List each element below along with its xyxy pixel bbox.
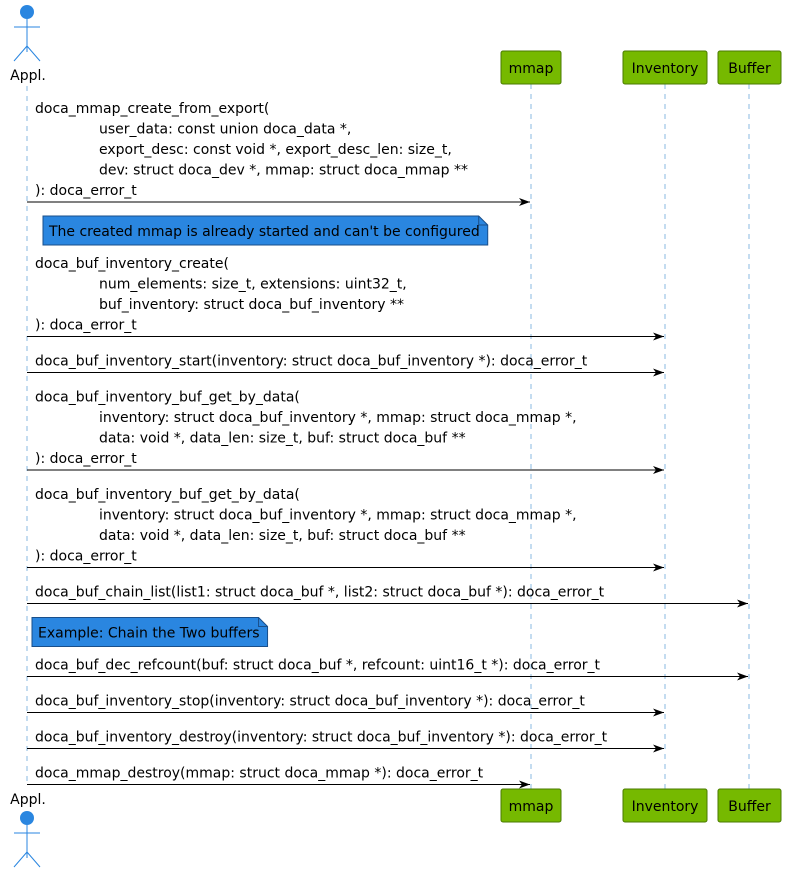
message-9: doca_buf_inventory_stop(inventory: struc… (27, 694, 664, 717)
message-2: doca_buf_inventory_create( num_elements: … (27, 256, 664, 341)
message-label-line: doca_buf_inventory_buf_get_by_data( (35, 390, 300, 406)
actor-leg-right (26, 45, 41, 62)
actor-leg-left (13, 45, 28, 62)
message-label-line: doca_buf_inventory_start(inventory: stru… (35, 354, 588, 370)
message-label-line: buf_inventory: struct doca_buf_inventory… (99, 297, 404, 313)
message-8: doca_buf_dec_refcount(buf: struct doca_b… (27, 658, 748, 681)
message-label-line: doca_mmap_destroy(mmap: struct doca_mmap… (35, 766, 484, 782)
participant-mmap-label-bottom: mmap (509, 799, 554, 815)
participant-inventory-label-bottom: Inventory (632, 799, 699, 815)
actor-label-top: Appl. (10, 68, 46, 84)
actor-head-icon (20, 5, 34, 19)
participant-buffer-label-top: Buffer (728, 61, 771, 77)
message-label-line: doca_buf_inventory_stop(inventory: struc… (35, 694, 585, 710)
message-label-line: inventory: struct doca_buf_inventory *, … (99, 508, 577, 524)
participant-buffer-label-bottom: Buffer (728, 799, 771, 815)
note-1: The created mmap is already started and … (42, 215, 489, 246)
message-label-line: ): doca_error_t (35, 549, 137, 565)
message-label-line: dev: struct doca_dev *, mmap: struct doc… (99, 163, 468, 179)
message-6: doca_buf_chain_list(list1: struct doca_b… (27, 585, 748, 608)
message-label-line: inventory: struct doca_buf_inventory *, … (99, 410, 577, 426)
message-label-line: ): doca_error_t (35, 318, 137, 334)
message-label-line: doca_buf_inventory_create( (35, 256, 229, 272)
sequence-diagram: Appl. Appl. mmap mmap Inventory Inventory Buff… (10, 5, 782, 868)
participant-inventory-label-top: Inventory (632, 61, 699, 77)
actor-leg-left (13, 851, 28, 868)
note-text: The created mmap is already started and … (48, 224, 480, 240)
actor-head-icon (20, 811, 34, 825)
note-text: Example: Chain the Two buffers (38, 626, 260, 642)
message-label-line: user_data: const union doca_data *, (99, 122, 351, 138)
message-label-line: doca_mmap_create_from_export( (35, 101, 269, 117)
message-label-line: doca_buf_chain_list(list1: struct doca_b… (35, 585, 605, 601)
message-label-line: data: void *, data_len: size_t, buf: str… (99, 431, 466, 447)
message-label-line: ): doca_error_t (35, 451, 137, 467)
message-label-line: ): doca_error_t (35, 183, 137, 199)
message-label-line: doca_buf_inventory_destroy(inventory: st… (35, 730, 608, 746)
message-0: doca_mmap_create_from_export( user_data: … (27, 101, 530, 206)
message-label-line: num_elements: size_t, extensions: uint32… (99, 277, 407, 293)
message-label-line: export_desc: const void *, export_desc_l… (99, 142, 452, 158)
participant-mmap-label-top: mmap (509, 61, 554, 77)
message-label-line: doca_buf_dec_refcount(buf: struct doca_b… (35, 658, 601, 674)
message-label-line: data: void *, data_len: size_t, buf: str… (99, 528, 466, 544)
actor-figure-bottom (13, 811, 41, 868)
message-10: doca_buf_inventory_destroy(inventory: st… (27, 730, 664, 753)
note-7: Example: Chain the Two buffers (31, 617, 269, 647)
message-label-line: doca_buf_inventory_buf_get_by_data( (35, 487, 300, 503)
actor-leg-right (26, 851, 41, 868)
message-3: doca_buf_inventory_start(inventory: stru… (27, 354, 664, 377)
message-5: doca_buf_inventory_buf_get_by_data(inven… (27, 487, 664, 572)
actor-figure-top (13, 5, 41, 62)
actor-label-bottom: Appl. (10, 792, 46, 808)
message-11: doca_mmap_destroy(mmap: struct doca_mmap… (27, 766, 530, 789)
message-4: doca_buf_inventory_buf_get_by_data(inven… (27, 390, 664, 474)
